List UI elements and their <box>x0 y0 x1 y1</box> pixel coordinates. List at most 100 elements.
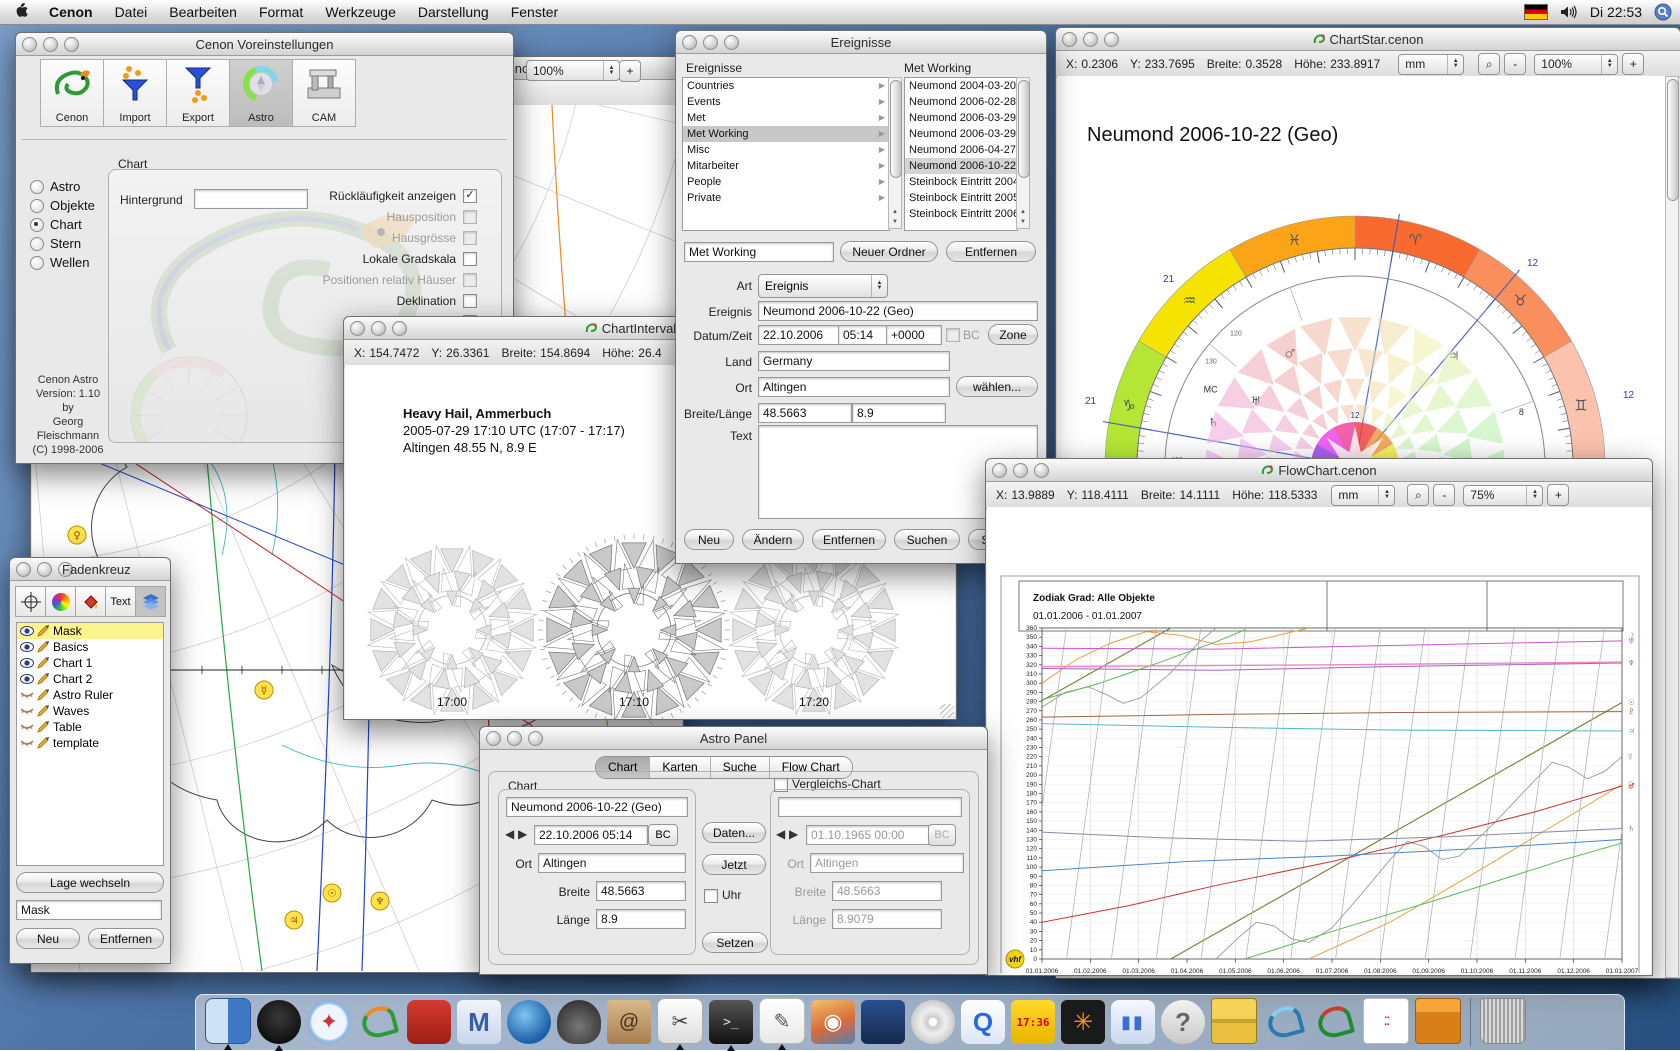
map-zoom-in-button[interactable]: + <box>619 60 641 82</box>
compare-datetime-field[interactable] <box>806 825 930 845</box>
terminal-icon[interactable]: >_ <box>709 1000 753 1044</box>
date-field[interactable] <box>758 325 840 345</box>
folder-row[interactable]: Events▶ <box>683 94 889 110</box>
layer-row-chart-1[interactable]: Chart 1 <box>17 655 163 671</box>
layer-row-mask[interactable]: Mask <box>17 623 163 639</box>
new-folder-button[interactable]: Neuer Ordner <box>840 241 938 262</box>
prefs-toolbar-astro[interactable]: Astro <box>229 59 293 127</box>
close-icon[interactable] <box>16 562 31 577</box>
ort-field[interactable] <box>538 853 686 873</box>
jetzt-button[interactable]: Jetzt <box>702 854 766 875</box>
bc-button[interactable]: BC <box>648 824 678 846</box>
chartstar-titlebar[interactable]: ChartStar.cenon <box>1056 28 1680 51</box>
folder-row[interactable]: Met Working▶ <box>683 126 889 142</box>
iphoto-icon[interactable]: ◉ <box>811 1000 855 1044</box>
prefs-toolbar-cenon[interactable]: Cenon <box>40 59 104 127</box>
crosshair-tool-button[interactable] <box>15 586 46 617</box>
event-row[interactable]: Neumond 2006-10-22 (Ge <box>905 158 1017 174</box>
events-button-ändern[interactable]: Ändern <box>742 529 804 550</box>
prev-arrow-icon[interactable]: ◀ <box>776 827 785 841</box>
pen-icon[interactable] <box>37 721 50 733</box>
german-flag-icon[interactable] <box>1524 4 1548 20</box>
new-layer-button[interactable]: Neu <box>16 928 80 949</box>
addressbook-icon[interactable]: @ <box>607 1000 651 1044</box>
cenon-green-icon[interactable] <box>1313 1000 1357 1044</box>
hand-icon[interactable]: ✳ <box>1061 1000 1105 1044</box>
eye-open-icon[interactable] <box>20 673 34 685</box>
menu-darstellung[interactable]: Darstellung <box>407 4 500 20</box>
pen-icon[interactable] <box>37 689 50 701</box>
layers-tool-button[interactable] <box>135 586 166 617</box>
unit-popup[interactable]: mm▲▼ <box>1331 485 1395 506</box>
eye-open-icon[interactable] <box>20 657 34 669</box>
option-checkbox-2[interactable] <box>463 210 477 224</box>
folder-row[interactable]: Met▶ <box>683 110 889 126</box>
text-tool-button[interactable]: Text <box>105 586 136 617</box>
prefs-toolbar-export[interactable]: Export <box>166 59 230 127</box>
category-wellen[interactable]: Wellen <box>30 255 90 270</box>
layer-name-field[interactable] <box>16 900 162 920</box>
flowchart-titlebar[interactable]: FlowChart.cenon <box>986 459 1652 482</box>
prefs-toolbar-cam[interactable]: CAM <box>292 59 356 127</box>
zoom-out-button[interactable]: - <box>1433 484 1455 506</box>
menu-format[interactable]: Format <box>248 4 314 20</box>
zoom-popup[interactable]: 75%▲▼ <box>1463 485 1543 506</box>
events-titlebar[interactable]: Ereignisse <box>676 31 1046 54</box>
category-astro[interactable]: Astro <box>30 179 80 194</box>
daten-button[interactable]: Daten... <box>702 822 766 843</box>
timezone-field[interactable] <box>886 325 942 345</box>
time-field[interactable] <box>838 325 888 345</box>
menu-datei[interactable]: Datei <box>104 4 159 20</box>
prefs-titlebar[interactable]: Cenon Voreinstellungen <box>16 33 513 56</box>
zoom-in-button[interactable]: + <box>1547 484 1569 506</box>
event-list[interactable]: Neumond 2004-03-20 (GeNeumond 2006-02-28… <box>904 77 1018 231</box>
pause-icon[interactable]: ▮▮ <box>1111 1000 1155 1044</box>
event-row[interactable]: Neumond 2006-04-27 (Ge <box>905 142 1017 158</box>
events-button-entfernen[interactable]: Entfernen <box>812 529 886 550</box>
apple-menu-icon[interactable] <box>0 0 38 24</box>
spotlight-icon[interactable] <box>1654 3 1672 21</box>
grab-icon[interactable]: ✂ <box>657 998 703 1044</box>
layer-row-table[interactable]: Table <box>17 719 163 735</box>
menu-werkzeuge[interactable]: Werkzeuge <box>314 4 407 20</box>
trash-icon[interactable] <box>1480 998 1526 1044</box>
compare-name-field[interactable] <box>778 797 962 817</box>
chart-name-field[interactable] <box>506 797 688 817</box>
compare-breite-field[interactable] <box>832 881 942 901</box>
astro-panel-titlebar[interactable]: Astro Panel <box>480 727 987 750</box>
pen-icon[interactable] <box>37 625 50 637</box>
events-button-suchen[interactable]: Suchen <box>894 529 960 550</box>
bc-checkbox[interactable] <box>946 328 960 342</box>
option-checkbox-5[interactable] <box>463 273 477 287</box>
eye-open-icon[interactable] <box>20 641 34 653</box>
cenon-blue-icon[interactable] <box>1263 1000 1307 1044</box>
breite-field[interactable] <box>596 881 686 901</box>
sherlock-icon[interactable] <box>557 1000 601 1044</box>
event-row[interactable]: Neumond 2004-03-20 (Ge <box>905 78 1017 94</box>
eye-closed-icon[interactable] <box>20 737 34 749</box>
event-row[interactable]: Steinbock Eintritt 2004 <box>905 174 1017 190</box>
laenge-field[interactable] <box>596 909 686 929</box>
event-row[interactable]: Steinbock Eintritt 2005 <box>905 190 1017 206</box>
option-checkbox-1[interactable]: ✓ <box>463 189 477 203</box>
category-chart[interactable]: Chart <box>30 217 82 232</box>
folder-row[interactable]: People▶ <box>683 174 889 190</box>
menu-fenster[interactable]: Fenster <box>500 4 569 20</box>
country-field[interactable] <box>758 351 950 371</box>
remove-folder-button[interactable]: Entfernen <box>946 241 1036 262</box>
layer-row-astro-ruler[interactable]: Astro Ruler <box>17 687 163 703</box>
compare-ort-field[interactable] <box>810 853 964 873</box>
menu-bearbeiten[interactable]: Bearbeiten <box>158 4 248 20</box>
vertical-scrollbar[interactable] <box>1665 76 1679 978</box>
pen-icon[interactable] <box>37 737 50 749</box>
zoom-in-button[interactable]: + <box>1622 53 1644 75</box>
prefs-toolbar-import[interactable]: Import <box>103 59 167 127</box>
pen-icon[interactable] <box>37 657 50 669</box>
map-zoom-popup[interactable]: 100%▲▼ <box>526 60 620 81</box>
zone-button[interactable]: Zone <box>988 324 1038 345</box>
category-objekte[interactable]: Objekte <box>30 198 95 213</box>
finder-icon[interactable] <box>205 998 251 1044</box>
volume-icon[interactable] <box>1560 5 1578 19</box>
switch-position-button[interactable]: Lage wechseln <box>16 872 164 893</box>
folder-row[interactable]: Mitarbeiter▶ <box>683 158 889 174</box>
